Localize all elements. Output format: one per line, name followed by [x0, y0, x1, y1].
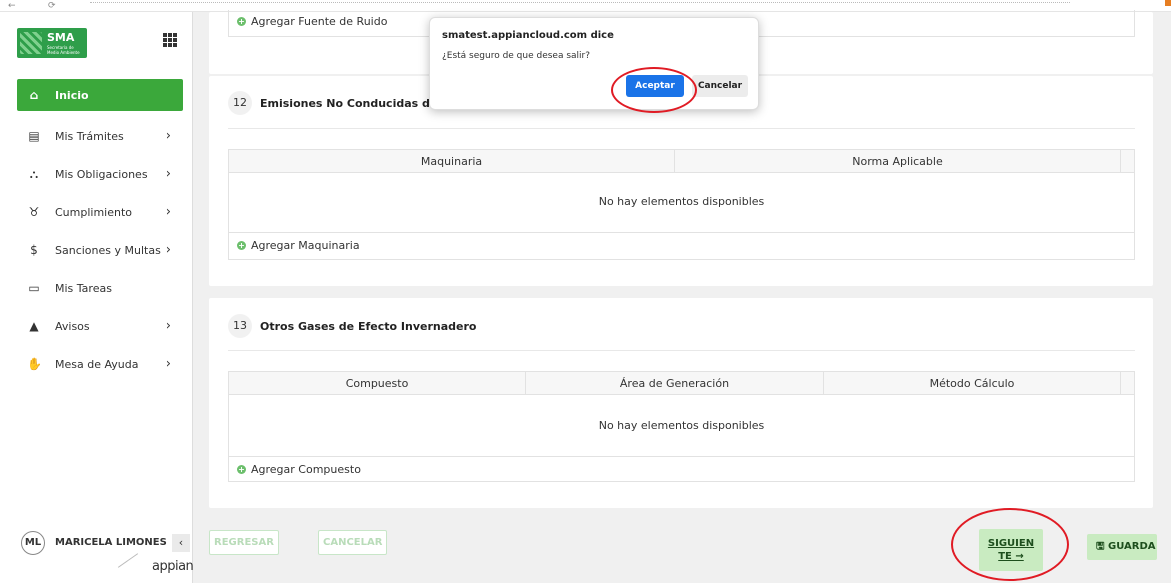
chevron-right-icon[interactable]: › — [166, 129, 171, 144]
confirm-dialog: smatest.appiancloud.com dice ¿Está segur… — [429, 17, 759, 110]
browser-menu-indicator — [1165, 0, 1171, 6]
bank-icon: ⛬ — [29, 166, 39, 181]
add-machinery-link[interactable]: + Agregar Maquinaria — [237, 239, 360, 252]
chevron-right-icon[interactable]: › — [166, 357, 171, 372]
table-header: Compuesto Área de Generación Método Cálc… — [229, 372, 1134, 395]
empty-state: No hay elementos disponibles — [598, 195, 765, 208]
chevron-right-icon[interactable]: › — [166, 243, 171, 258]
dialog-title: smatest.appiancloud.com dice — [442, 30, 614, 41]
nav-item-sanciones-y-multas[interactable]: $ Sanciones y Multas › — [17, 231, 183, 269]
dialog-cancel-button[interactable]: Cancelar — [692, 75, 748, 97]
dialog-accept-button[interactable]: Aceptar — [626, 75, 684, 97]
handshake-icon: ✋ — [27, 357, 42, 371]
plus-circle-icon: + — [237, 17, 246, 26]
nav-item-inicio[interactable]: ⌂ Inicio — [17, 79, 183, 111]
nav-label: Sanciones y Multas — [55, 243, 161, 257]
plus-circle-icon: + — [237, 465, 246, 474]
nav-item-mis-tareas[interactable]: ▭ Mis Tareas — [17, 269, 183, 307]
cancel-button[interactable]: CANCELAR — [318, 530, 388, 555]
save-button[interactable]: 🖫 GUARDA — [1087, 534, 1157, 560]
machinery-table: Maquinaria Norma Aplicable No hay elemen… — [228, 149, 1135, 260]
chevron-right-icon[interactable]: › — [166, 167, 171, 182]
section-title: Otros Gases de Efecto Invernadero — [260, 319, 477, 333]
next-button[interactable]: SIGUIEN TE → — [979, 529, 1043, 571]
empty-state: No hay elementos disponibles — [598, 419, 765, 432]
nav-label: Mesa de Ayuda — [55, 357, 139, 371]
nav-item-avisos[interactable]: ▲ Avisos › — [17, 307, 183, 345]
plus-circle-icon: + — [237, 241, 246, 250]
nav-item-mis-obligaciones[interactable]: ⛬ Mis Obligaciones › — [17, 155, 183, 193]
section-number: 12 — [228, 91, 252, 115]
logo-mark-icon — [20, 32, 42, 54]
sidebar: SMA Secretaría de Medio Ambiente ⌂ Inici… — [0, 12, 193, 583]
section-divider — [228, 350, 1135, 351]
user-profile[interactable]: ML MARICELA LIMONES ‹ — [21, 531, 191, 555]
add-noise-source-link[interactable]: + Agregar Fuente de Ruido — [237, 15, 387, 28]
avatar[interactable]: ML — [21, 531, 45, 555]
briefcase-icon: ▭ — [28, 281, 40, 295]
reload-icon[interactable]: ⟳ — [48, 1, 56, 11]
table-header: Maquinaria Norma Aplicable — [229, 150, 1134, 173]
nav-item-cumplimiento[interactable]: ♉ Cumplimiento › — [17, 193, 183, 231]
column-header-metodo-calculo[interactable]: Método Cálculo — [824, 372, 1121, 395]
nav-item-mesa-de-ayuda[interactable]: ✋ Mesa de Ayuda › — [17, 345, 183, 383]
nav-label: Avisos — [55, 319, 90, 333]
appian-logo: appian — [152, 559, 194, 574]
sma-logo[interactable]: SMA Secretaría de Medio Ambiente — [17, 28, 87, 58]
trophy-icon: ♉ — [28, 205, 40, 219]
gases-table: Compuesto Área de Generación Método Cálc… — [228, 371, 1135, 482]
main-nav: ⌂ Inicio ▤ Mis Trámites › ⛬ Mis Obligaci… — [17, 79, 183, 383]
dialog-message: ¿Está seguro de que desea salir? — [442, 51, 591, 61]
collapse-sidebar-icon[interactable]: ‹ — [172, 534, 190, 552]
nav-item-mis-tramites[interactable]: ▤ Mis Trámites › — [17, 117, 183, 155]
money-bag-icon: $ — [30, 243, 38, 257]
user-name[interactable]: MARICELA LIMONES — [55, 537, 167, 548]
app-launcher-icon[interactable] — [163, 33, 177, 47]
section-number: 13 — [228, 314, 252, 338]
nav-label: Mis Tareas — [55, 281, 112, 295]
warning-icon: ▲ — [29, 319, 39, 333]
nav-label: Mis Trámites — [55, 129, 124, 143]
section-13-card: 13 Otros Gases de Efecto Invernadero Com… — [209, 298, 1153, 508]
chevron-right-icon[interactable]: › — [166, 205, 171, 220]
back-icon[interactable]: ← — [8, 1, 16, 11]
nav-label: Cumplimiento — [55, 205, 133, 219]
nav-label: Inicio — [55, 88, 89, 102]
document-icon: ▤ — [28, 129, 40, 143]
section-13-header: 13 Otros Gases de Efecto Invernadero — [228, 314, 476, 338]
nav-label: Mis Obligaciones — [55, 167, 148, 181]
column-header-compuesto[interactable]: Compuesto — [229, 372, 526, 395]
column-header-norma-aplicable[interactable]: Norma Aplicable — [675, 150, 1121, 173]
add-compound-link[interactable]: + Agregar Compuesto — [237, 463, 361, 476]
chevron-right-icon[interactable]: › — [166, 319, 171, 334]
column-header-maquinaria[interactable]: Maquinaria — [229, 150, 675, 173]
section-divider — [228, 128, 1135, 129]
home-icon: ⌂ — [29, 88, 39, 102]
column-header-area-de-generacion[interactable]: Área de Generación — [526, 372, 824, 395]
back-button[interactable]: REGRESAR — [209, 530, 279, 555]
address-bar[interactable] — [90, 2, 1070, 9]
